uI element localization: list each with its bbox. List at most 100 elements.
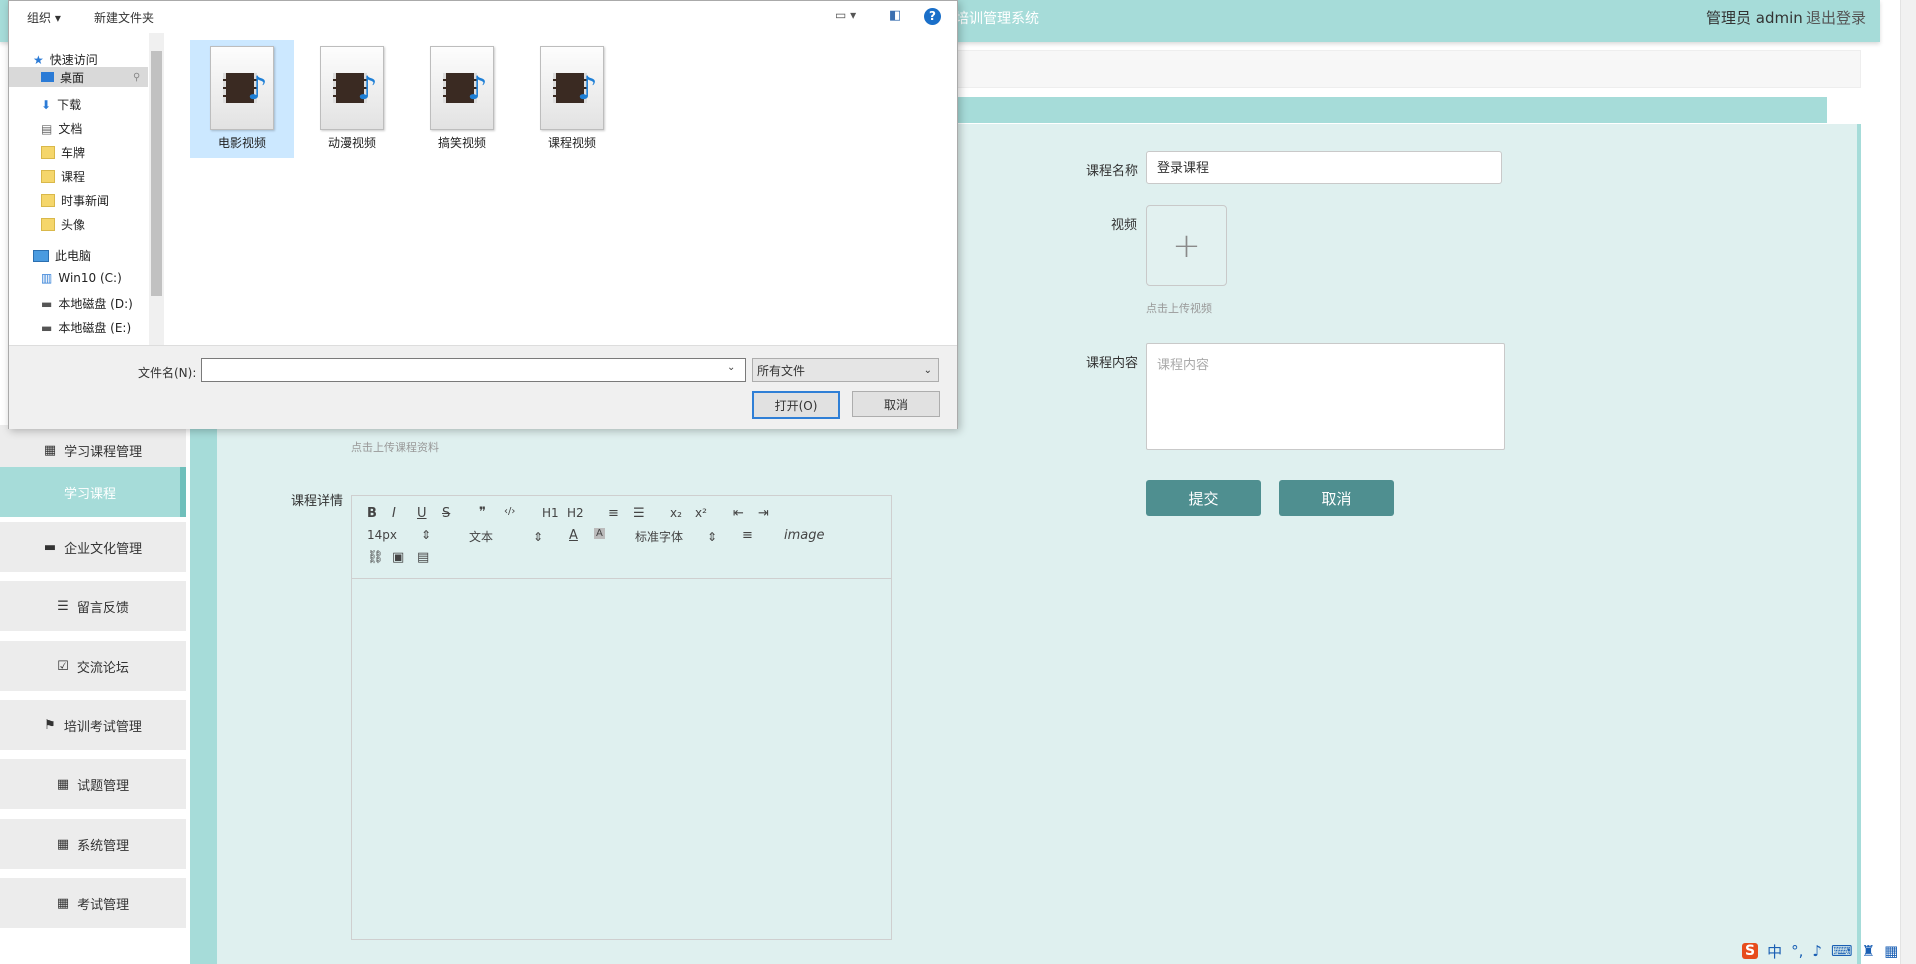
keyboard-icon[interactable]: ⌨ — [1831, 942, 1853, 960]
bold-button[interactable]: B — [367, 506, 377, 521]
font-size-select[interactable]: 14px ⇕ — [367, 528, 431, 542]
heading1-button[interactable]: H1 — [542, 506, 559, 520]
chevron-down-icon[interactable]: ⌄ — [727, 362, 735, 373]
help-icon[interactable]: ? — [924, 8, 941, 25]
grid-icon: ▦ — [43, 442, 57, 458]
nav-item-folder-avatars[interactable]: 头像 — [41, 216, 85, 233]
sidebar-item-courses[interactable]: 学习课程 — [0, 467, 186, 517]
course-name-input[interactable]: 登录课程 — [1146, 151, 1502, 184]
organize-menu[interactable]: 组织 ▾ — [27, 9, 61, 26]
sidebar-item-feedback[interactable]: ☰ 留言反馈 — [0, 581, 186, 631]
navigation-pane: ★ 快速访问 桌面 ⚲ ⬇ 下载 ▤ 文档 车牌 课程 时事新闻 头像 此电脑 ▥ Win… — [9, 33, 164, 345]
nav-item-folder-courses[interactable]: 课程 — [41, 168, 85, 185]
sidebar-item-system-management[interactable]: ▦ 系统管理 — [0, 819, 186, 869]
nav-item-drive-d[interactable]: ▬ 本地磁盘 (D:) — [41, 295, 133, 312]
file-item[interactable]: ♪ 动漫视频 — [300, 40, 404, 158]
ordered-list-button[interactable]: ≡ — [608, 506, 619, 521]
indent-icon[interactable]: ⇥ — [758, 506, 769, 521]
view-options-icon[interactable]: ▭ ▾ — [835, 8, 856, 22]
nav-item-folder-plates[interactable]: 车牌 — [41, 144, 85, 161]
nav-item-folder-news[interactable]: 时事新闻 — [41, 192, 109, 209]
course-content-textarea[interactable]: 课程内容 — [1146, 343, 1505, 450]
chevron-down-icon: ▾ — [54, 11, 61, 25]
nav-scroll-thumb[interactable] — [151, 51, 162, 296]
material-upload-hint: 点击上传课程资料 — [351, 441, 439, 454]
file-item[interactable]: ♪ 搞笑视频 — [410, 40, 514, 158]
nav-item-quick-access[interactable]: ★ 快速访问 — [33, 51, 98, 68]
dialog-cancel-button[interactable]: 取消 — [852, 391, 940, 417]
plus-icon: + — [1172, 225, 1201, 266]
microphone-icon[interactable]: ♪ — [1812, 942, 1822, 960]
image-icon[interactable]: ▣ — [392, 550, 404, 565]
link-icon[interactable]: ⛓ — [367, 550, 384, 565]
sidebar-item-label: 留言反馈 — [76, 600, 129, 616]
subscript-button[interactable]: x₂ — [670, 506, 682, 520]
computer-icon — [33, 249, 49, 262]
sidebar-item-forum[interactable]: ☑ 交流论坛 — [0, 641, 186, 691]
underline-button[interactable]: U — [417, 506, 427, 521]
video-file-icon: ♪ — [430, 46, 494, 130]
sidebar-item-label: 交流论坛 — [76, 660, 129, 676]
file-type-select[interactable]: 所有文件 ⌄ — [752, 358, 939, 382]
sidebar-item-question-management[interactable]: ▦ 试题管理 — [0, 759, 186, 809]
strikethrough-button[interactable]: S — [442, 506, 450, 521]
page-scrollbar[interactable] — [1900, 0, 1916, 964]
filename-label: 文件名(N): — [138, 366, 197, 380]
skin-icon[interactable]: ♜ — [1862, 942, 1875, 960]
code-button[interactable]: ‹/› — [504, 506, 515, 517]
updown-icon: ⇕ — [533, 530, 544, 544]
filename-input[interactable] — [201, 358, 746, 382]
italic-button[interactable]: I — [392, 506, 396, 521]
document-icon: ▤ — [41, 121, 53, 136]
sidebar-item-culture-management[interactable]: ▬ 企业文化管理 — [0, 522, 186, 572]
punctuation-icon[interactable]: °, — [1791, 942, 1803, 960]
unordered-list-button[interactable]: ☰ — [633, 506, 645, 521]
ime-language-toggle[interactable]: 中 — [1767, 941, 1782, 962]
course-name-label: 课程名称 — [1086, 164, 1139, 179]
heading2-button[interactable]: H2 — [567, 506, 584, 520]
text-style-select[interactable]: 文本 ⇕ — [469, 528, 543, 545]
nav-item-downloads[interactable]: ⬇ 下载 — [41, 96, 81, 113]
nav-item-this-pc[interactable]: 此电脑 — [33, 247, 91, 264]
video-upload-button[interactable]: + — [1146, 205, 1227, 286]
sidebar-item-exam-management[interactable]: ⚑ 培训考试管理 — [0, 700, 186, 750]
nav-item-drive-c[interactable]: ▥ Win10 (C:) — [41, 271, 122, 285]
new-folder-button[interactable]: 新建文件夹 — [94, 9, 154, 26]
file-list: ♪ 电影视频 ♪ 动漫视频 ♪ 搞笑视频 ♪ 课程视频 — [169, 33, 957, 345]
outdent-icon[interactable]: ⇤ — [733, 506, 744, 521]
file-item[interactable]: ♪ 电影视频 — [190, 40, 294, 158]
content-right-border — [1857, 124, 1861, 964]
preview-pane-icon[interactable]: ◧ — [889, 8, 901, 23]
sidebar-item-label: 企业文化管理 — [64, 541, 143, 557]
logout-link[interactable]: 退出登录 — [1806, 7, 1866, 28]
app-title: 培训管理系统 — [955, 11, 1039, 27]
quote-button[interactable]: ❞ — [479, 505, 486, 520]
sogou-logo-icon[interactable]: S — [1742, 943, 1759, 959]
file-item[interactable]: ♪ 课程视频 — [520, 40, 624, 158]
font-family-select[interactable]: 标准字体 ⇕ — [635, 528, 717, 545]
section-band — [955, 97, 1827, 123]
download-icon: ⬇ — [41, 97, 52, 112]
updown-icon: ⇕ — [421, 528, 432, 542]
star-icon: ★ — [33, 52, 44, 67]
nav-scrollbar[interactable] — [149, 33, 164, 345]
video-file-icon: ♪ — [320, 46, 384, 130]
cancel-button[interactable]: 取消 — [1279, 480, 1394, 516]
nav-item-desktop[interactable]: 桌面 ⚲ — [9, 67, 148, 87]
monitor-icon: ▬ — [43, 539, 57, 555]
font-color-button[interactable]: A — [569, 528, 578, 543]
nav-item-drive-e[interactable]: ▬ 本地磁盘 (E:) — [41, 319, 131, 336]
grid-icon: ▦ — [56, 836, 70, 852]
background-color-button[interactable]: A — [594, 528, 605, 539]
video-icon[interactable]: ▤ — [417, 550, 429, 565]
sidebar-item-test-management[interactable]: ▦ 考试管理 — [0, 878, 186, 928]
folder-icon — [41, 170, 55, 183]
clear-format-button[interactable]: image — [784, 528, 825, 543]
superscript-button[interactable]: x² — [695, 506, 707, 520]
submit-button[interactable]: 提交 — [1146, 480, 1261, 516]
nav-item-documents[interactable]: ▤ 文档 — [41, 120, 82, 137]
open-button[interactable]: 打开(O) — [752, 391, 840, 419]
align-icon[interactable]: ≡ — [742, 528, 753, 543]
grid-icon: ▦ — [56, 776, 70, 792]
toolbox-icon[interactable]: ▦ — [1884, 942, 1898, 960]
